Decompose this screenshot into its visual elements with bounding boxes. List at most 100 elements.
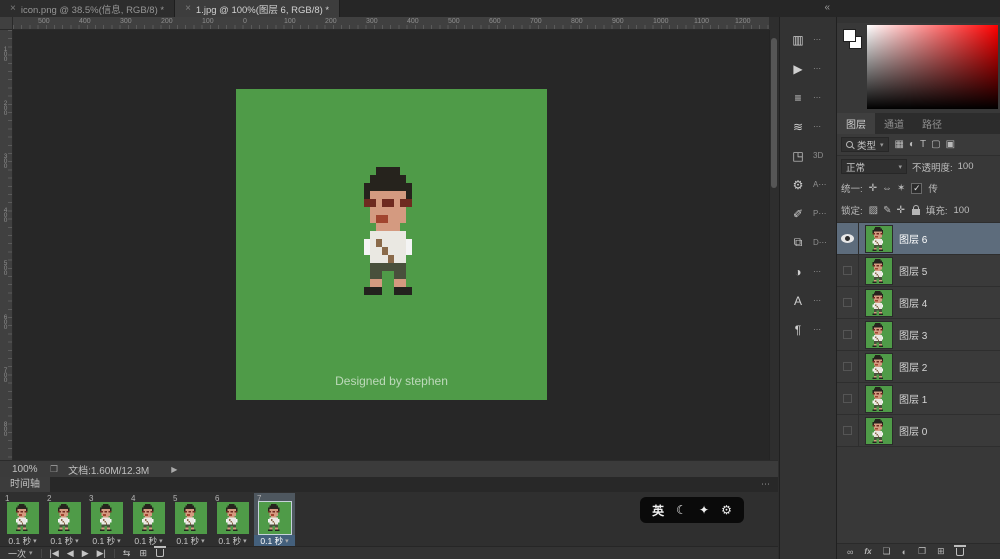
visibility-toggle[interactable]	[837, 319, 859, 350]
timeline-frame[interactable]: 10.1 秒▾	[2, 493, 43, 546]
filter-smart-objects[interactable]: ▣	[946, 139, 955, 150]
adjustments-panel[interactable]: ⚙A⋯	[780, 170, 836, 199]
layer-thumbnail[interactable]	[866, 418, 892, 444]
lock-pixels[interactable]: ✎	[883, 205, 891, 216]
paths-panel[interactable]: ✐P⋯	[780, 199, 836, 228]
tab-layers[interactable]: 图层	[837, 113, 875, 134]
first-frame-button[interactable]: |◀	[50, 547, 59, 559]
lock-position[interactable]: ✛	[896, 205, 904, 216]
new-group[interactable]: ❐	[918, 546, 926, 557]
lock-transparency[interactable]: ▨	[869, 205, 878, 216]
tab-close-icon[interactable]: ×	[10, 3, 16, 14]
layer-thumbnail[interactable]	[866, 290, 892, 316]
visibility-toggle[interactable]	[837, 223, 859, 254]
ruler-origin-corner[interactable]	[0, 17, 13, 30]
add-layer-mask[interactable]: ❏	[883, 546, 891, 557]
timeline-frame[interactable]: 30.1 秒▾	[86, 493, 127, 546]
collapse-panels-icon[interactable]: «	[824, 2, 830, 13]
histogram-panel[interactable]: ▥⋯	[780, 25, 836, 54]
new-adjustment-layer[interactable]: ◐	[902, 547, 907, 557]
vertical-ruler[interactable]: 100200300400500600700800	[0, 30, 13, 460]
foreground-color-swatch[interactable]	[843, 29, 856, 42]
document-tab[interactable]: ×icon.png @ 38.5%(信息, RGB/8) *	[0, 0, 175, 17]
frame-delay-dropdown[interactable]: 0.1 秒▾	[128, 535, 169, 546]
paragraph-panel[interactable]: ¶⋯	[780, 315, 836, 344]
layer-row[interactable]: 图层 6	[837, 223, 1000, 255]
layer-row[interactable]: 图层 2	[837, 351, 1000, 383]
frame-delay-dropdown[interactable]: 0.1 秒▾	[86, 535, 127, 546]
frame-thumbnail[interactable]	[259, 502, 291, 534]
link-layers[interactable]: ∞	[847, 547, 853, 557]
filter-type-layers[interactable]: T	[920, 139, 926, 150]
timeline-frame[interactable]: 60.1 秒▾	[212, 493, 253, 546]
unify-style[interactable]: ✶	[897, 183, 905, 194]
ime-settings[interactable]: ⚙	[721, 503, 732, 517]
layer-row[interactable]: 图层 1	[837, 383, 1000, 415]
tab-paths[interactable]: 路径	[913, 113, 951, 134]
opacity-value[interactable]: 100	[958, 161, 974, 172]
zoom-level[interactable]: 100%	[12, 464, 50, 475]
horizontal-ruler[interactable]: 5004003002001000100200300400500600700800…	[13, 17, 769, 30]
filter-kind-dropdown[interactable]: 类型 ▾	[841, 137, 889, 152]
blend-mode-dropdown[interactable]: 正常 ▾	[841, 159, 907, 174]
frame-delay-dropdown[interactable]: 0.1 秒▾	[170, 535, 211, 546]
next-frame-button[interactable]: ▶|	[97, 547, 106, 559]
channels-panel[interactable]: ◑⋯	[780, 257, 836, 286]
vertical-scrollbar[interactable]	[769, 30, 778, 460]
timeline-menu-icon[interactable]: ⋯	[761, 477, 770, 492]
ime-moon[interactable]: ☾	[676, 503, 687, 517]
delete-frame-button[interactable]	[156, 546, 164, 559]
ime-spark[interactable]: ✦	[699, 503, 709, 517]
layer-style[interactable]: fx	[864, 547, 871, 556]
unify-visibility[interactable]: ⇔	[882, 183, 892, 194]
visibility-toggle[interactable]	[837, 287, 859, 318]
layer-thumbnail[interactable]	[866, 258, 892, 284]
frame-thumbnail[interactable]	[49, 502, 81, 534]
new-layer[interactable]: ⊞	[937, 546, 945, 557]
frame-thumbnail[interactable]	[7, 502, 39, 534]
previous-frame-button[interactable]: ◀	[67, 547, 74, 559]
loop-options-dropdown[interactable]: 一次 ▾	[8, 547, 33, 559]
visibility-toggle[interactable]	[837, 255, 859, 286]
timeline-frame[interactable]: 20.1 秒▾	[44, 493, 85, 546]
scrollbar-thumb[interactable]	[771, 38, 777, 188]
timeline-frame[interactable]: 70.1 秒▾	[254, 493, 295, 546]
layer-row[interactable]: 图层 3	[837, 319, 1000, 351]
actions-panel[interactable]: ▶⋯	[780, 54, 836, 83]
play-button[interactable]: ▶	[82, 547, 89, 559]
layer-row[interactable]: 图层 4	[837, 287, 1000, 319]
layer-thumbnail[interactable]	[866, 354, 892, 380]
frame-thumbnail[interactable]	[133, 502, 165, 534]
duplicate-frame-button[interactable]: ⊞	[139, 547, 147, 559]
frame-thumbnail[interactable]	[175, 502, 207, 534]
visibility-toggle[interactable]	[837, 351, 859, 382]
document-canvas[interactable]: Designed by stephen	[236, 89, 547, 400]
tween-button[interactable]: ⇆	[123, 547, 131, 559]
layer-row[interactable]: 图层 5	[837, 255, 1000, 287]
character-panel[interactable]: A⋯	[780, 286, 836, 315]
layer-row[interactable]: 图层 0	[837, 415, 1000, 447]
status-menu-arrow-icon[interactable]: ▶	[171, 465, 177, 474]
tab-close-icon[interactable]: ×	[185, 3, 191, 14]
filter-pixel-layers[interactable]: ▦	[895, 139, 904, 150]
properties-panel[interactable]: ≡⋯	[780, 83, 836, 112]
filter-adjustment-layers[interactable]: ◐	[909, 139, 915, 150]
fill-value[interactable]: 100	[954, 205, 970, 216]
filter-shape-layers[interactable]: ▢	[931, 139, 940, 150]
lock-all[interactable]	[912, 209, 920, 215]
frame-thumbnail[interactable]	[217, 502, 249, 534]
visibility-toggle[interactable]	[837, 415, 859, 446]
timeline-frame[interactable]: 40.1 秒▾	[128, 493, 169, 546]
frame-thumbnail[interactable]	[91, 502, 123, 534]
unify-position[interactable]: ✛	[869, 183, 877, 194]
frame-delay-dropdown[interactable]: 0.1 秒▾	[254, 535, 295, 546]
tab-timeline[interactable]: 时间轴	[0, 477, 50, 492]
propagate-frame-checkbox[interactable]: ✓	[911, 183, 922, 194]
layer-thumbnail[interactable]	[866, 226, 892, 252]
tab-channels[interactable]: 通道	[875, 113, 913, 134]
frame-delay-dropdown[interactable]: 0.1 秒▾	[2, 535, 43, 546]
3d-panel[interactable]: ◳3D	[780, 141, 836, 170]
document-tab[interactable]: ×1.jpg @ 100%(图层 6, RGB/8) *	[175, 0, 340, 17]
timeline-frame[interactable]: 50.1 秒▾	[170, 493, 211, 546]
frame-delay-dropdown[interactable]: 0.1 秒▾	[212, 535, 253, 546]
